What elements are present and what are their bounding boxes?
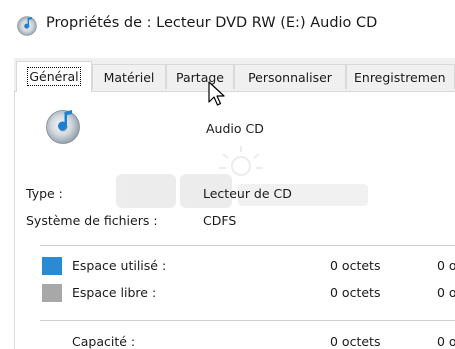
separator xyxy=(40,245,455,246)
free-space-label: Espace libre : xyxy=(72,285,157,300)
tab-recording[interactable]: Enregistremen xyxy=(346,64,455,89)
tab-strip: Général Matériel Partage Personnaliser E… xyxy=(14,58,455,92)
filesystem-label: Système de fichiers : xyxy=(26,213,158,228)
window-title: Propriétés de : Lecteur DVD RW (E:) Audi… xyxy=(46,15,378,31)
tab-label: Matériel xyxy=(103,70,155,85)
cd-audio-icon xyxy=(46,108,80,144)
tab-label: Enregistremen xyxy=(354,70,446,85)
tab-general[interactable]: Général xyxy=(16,61,92,92)
filesystem-value: CDFS xyxy=(203,213,237,228)
capacity-size: 0 o xyxy=(437,334,455,349)
free-space-swatch xyxy=(42,284,62,302)
tab-label: Personnaliser xyxy=(248,70,332,85)
mouse-pointer-icon xyxy=(208,81,225,106)
free-space-size: 0 o xyxy=(437,285,455,300)
used-space-swatch xyxy=(42,257,62,275)
volume-label: Audio CD xyxy=(206,121,264,136)
used-space-label: Espace utilisé : xyxy=(72,258,167,273)
tab-hardware[interactable]: Matériel xyxy=(92,64,166,89)
capacity-bytes: 0 octets xyxy=(330,334,381,349)
free-space-bytes: 0 octets xyxy=(330,285,381,300)
content-border xyxy=(14,91,15,349)
used-space-bytes: 0 octets xyxy=(330,258,381,273)
watermark-logo xyxy=(116,146,368,208)
used-space-size: 0 o xyxy=(437,258,455,273)
tab-customize[interactable]: Personnaliser xyxy=(234,64,346,89)
tab-label: Général xyxy=(27,67,81,86)
type-value: Lecteur de CD xyxy=(203,186,292,201)
capacity-label: Capacité : xyxy=(72,334,136,349)
title-bar: Propriétés de : Lecteur DVD RW (E:) Audi… xyxy=(0,0,455,50)
separator xyxy=(40,320,455,321)
cd-audio-icon xyxy=(17,16,37,36)
type-label: Type : xyxy=(26,186,63,201)
